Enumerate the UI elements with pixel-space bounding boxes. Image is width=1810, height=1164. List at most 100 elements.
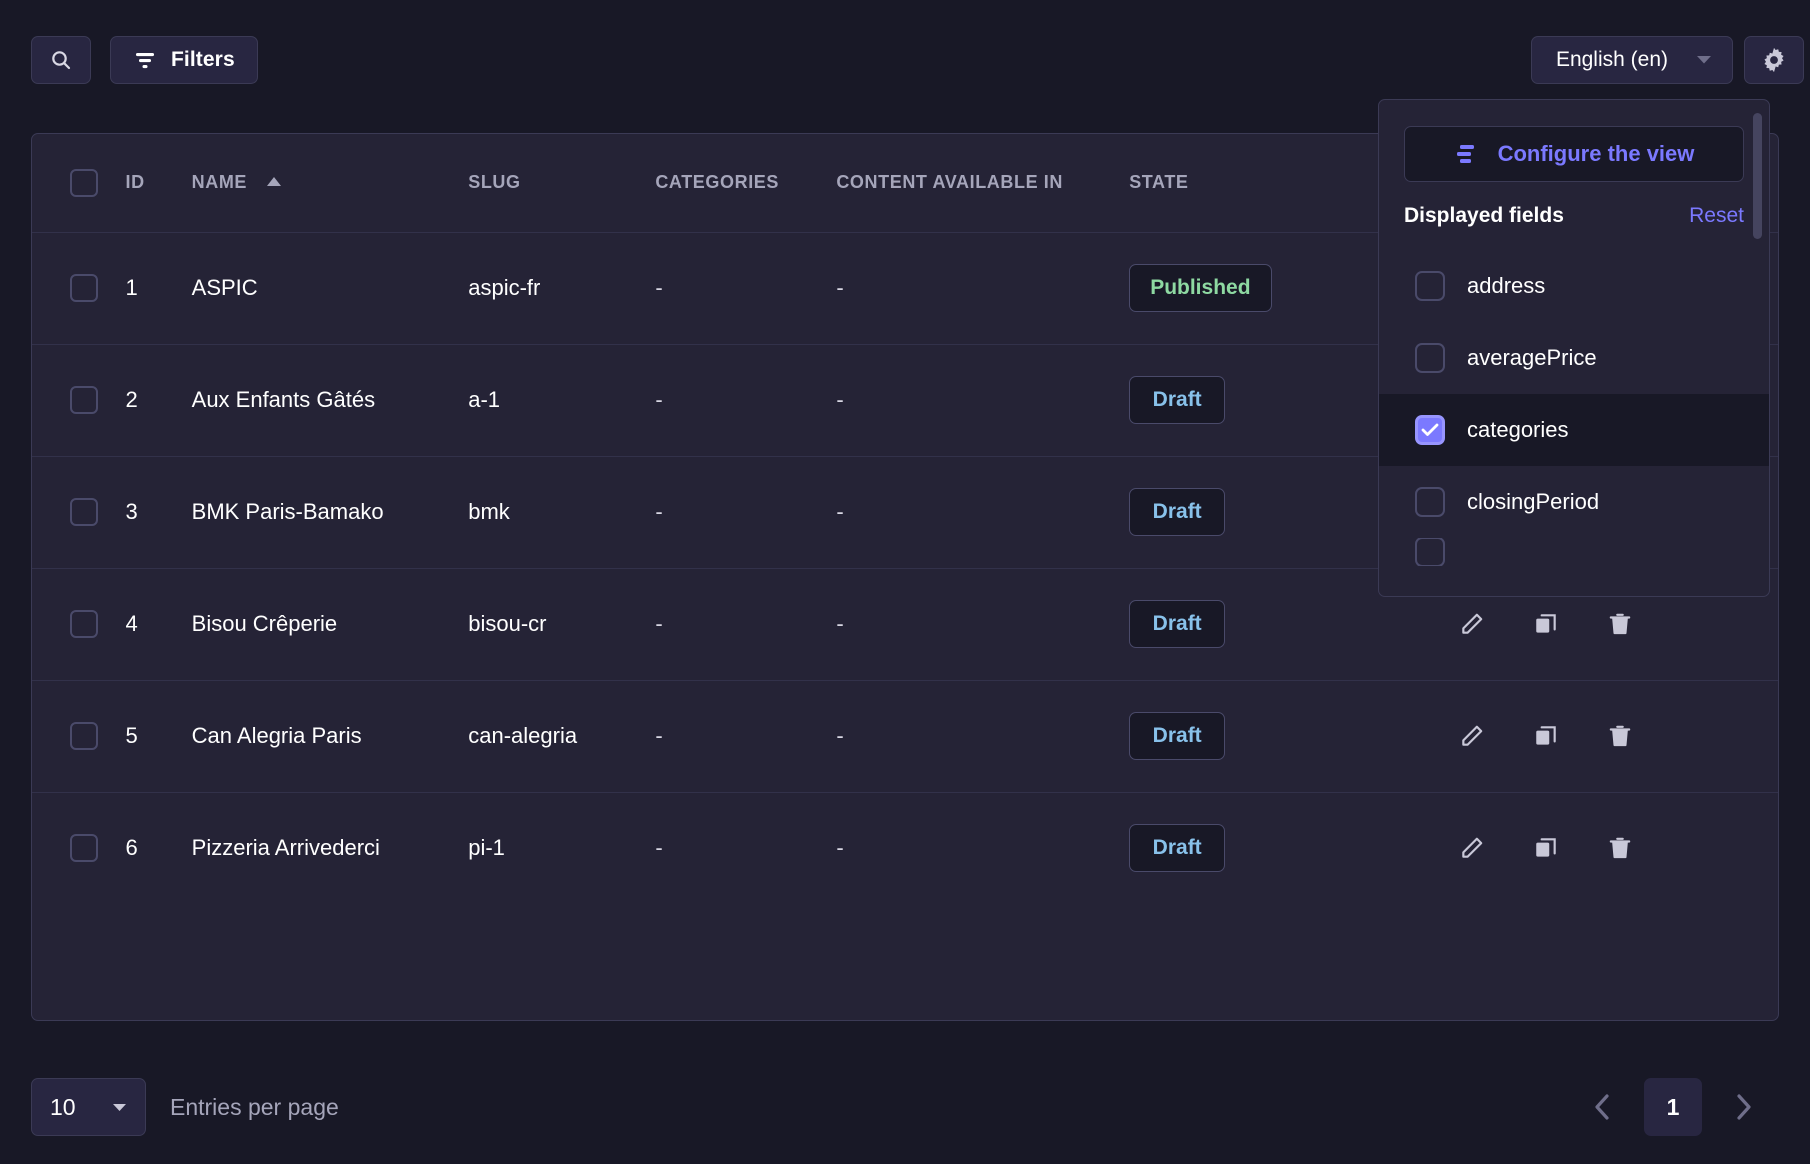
cell-content-available-in: - (836, 568, 1129, 680)
header-select-all (32, 134, 126, 232)
row-select-cell (32, 344, 126, 456)
filter-icon (133, 49, 157, 71)
field-checkbox[interactable] (1415, 343, 1445, 373)
displayed-fields-title: Displayed fields (1404, 204, 1564, 228)
edit-icon[interactable] (1459, 835, 1485, 861)
row-select-cell (32, 232, 126, 344)
edit-icon[interactable] (1459, 723, 1485, 749)
language-label: English (en) (1556, 48, 1668, 72)
toolbar: Filters English (en) (0, 0, 1810, 110)
row-actions (1341, 611, 1778, 637)
configure-the-view-button[interactable]: Configure the view (1404, 126, 1744, 182)
language-select[interactable]: English (en) (1531, 36, 1733, 84)
field-label: address (1467, 273, 1545, 299)
row-checkbox[interactable] (70, 274, 98, 302)
header-categories[interactable]: CATEGORIES (655, 134, 836, 232)
cell-categories: - (655, 680, 836, 792)
cell-state: Draft (1129, 792, 1341, 904)
edit-icon[interactable] (1459, 611, 1485, 637)
status-badge: Published (1129, 264, 1271, 312)
field-option-partial[interactable] (1379, 538, 1770, 566)
cell-name: Pizzeria Arrivederci (192, 792, 469, 904)
filters-button[interactable]: Filters (110, 36, 258, 84)
cell-categories: - (655, 456, 836, 568)
sort-ascending-icon (267, 177, 281, 186)
field-checkbox[interactable] (1415, 538, 1445, 566)
status-badge: Draft (1129, 376, 1225, 424)
table-row[interactable]: 6Pizzeria Arrivedercipi-1--Draft (32, 792, 1778, 904)
page-1-button[interactable]: 1 (1644, 1078, 1702, 1136)
cell-state: Published (1129, 232, 1341, 344)
cell-categories: - (655, 568, 836, 680)
entries-per-page-select[interactable]: 10 (31, 1078, 146, 1136)
chevron-down-icon (112, 1103, 127, 1112)
row-checkbox[interactable] (70, 834, 98, 862)
cell-actions (1341, 792, 1778, 904)
row-select-cell (32, 792, 126, 904)
row-checkbox[interactable] (70, 610, 98, 638)
header-content-available-in[interactable]: CONTENT AVAILABLE IN (836, 134, 1129, 232)
delete-icon[interactable] (1607, 611, 1633, 637)
field-label: averagePrice (1467, 345, 1597, 371)
field-option[interactable]: averagePrice (1379, 322, 1770, 394)
field-checkbox[interactable] (1415, 487, 1445, 517)
duplicate-icon[interactable] (1533, 611, 1559, 637)
cell-content-available-in: - (836, 792, 1129, 904)
cell-id: 1 (126, 232, 192, 344)
chevron-left-icon (1592, 1092, 1612, 1122)
cell-name: Can Alegria Paris (192, 680, 469, 792)
cell-state: Draft (1129, 456, 1341, 568)
cell-slug: aspic-fr (468, 232, 655, 344)
chevron-down-icon (1696, 55, 1712, 65)
cell-categories: - (655, 344, 836, 456)
reset-button[interactable]: Reset (1689, 204, 1744, 228)
cell-content-available-in: - (836, 344, 1129, 456)
cell-id: 4 (126, 568, 192, 680)
row-checkbox[interactable] (70, 722, 98, 750)
delete-icon[interactable] (1607, 835, 1633, 861)
filters-label: Filters (171, 48, 235, 72)
displayed-fields-header: Displayed fields Reset (1404, 204, 1744, 228)
previous-page-button[interactable] (1574, 1078, 1630, 1136)
header-name[interactable]: NAME (192, 134, 469, 232)
field-label: categories (1467, 417, 1569, 443)
header-name-label: NAME (192, 172, 247, 192)
select-all-checkbox[interactable] (70, 169, 98, 197)
cell-categories: - (655, 232, 836, 344)
next-page-button[interactable] (1716, 1078, 1772, 1136)
search-button[interactable] (31, 36, 91, 84)
table-row[interactable]: 5Can Alegria Pariscan-alegria--Draft (32, 680, 1778, 792)
cell-id: 6 (126, 792, 192, 904)
popover-scrollbar-thumb[interactable] (1753, 113, 1762, 239)
cell-slug: bmk (468, 456, 655, 568)
pagination: 1 (1574, 1078, 1772, 1136)
cell-state: Draft (1129, 344, 1341, 456)
settings-button[interactable] (1744, 36, 1804, 84)
duplicate-icon[interactable] (1533, 835, 1559, 861)
row-actions (1341, 723, 1778, 749)
status-badge: Draft (1129, 712, 1225, 760)
search-icon (49, 48, 73, 72)
header-state[interactable]: STATE (1129, 134, 1341, 232)
cell-name: Aux Enfants Gâtés (192, 344, 469, 456)
row-checkbox[interactable] (70, 498, 98, 526)
duplicate-icon[interactable] (1533, 723, 1559, 749)
cell-id: 3 (126, 456, 192, 568)
header-slug[interactable]: SLUG (468, 134, 655, 232)
field-option[interactable]: address (1379, 250, 1770, 322)
cell-state: Draft (1129, 680, 1341, 792)
header-id[interactable]: ID (126, 134, 192, 232)
field-option[interactable]: categories (1379, 394, 1770, 466)
gear-icon (1761, 47, 1787, 73)
cell-actions (1341, 680, 1778, 792)
cell-name: ASPIC (192, 232, 469, 344)
status-badge: Draft (1129, 824, 1225, 872)
row-checkbox[interactable] (70, 386, 98, 414)
status-badge: Draft (1129, 488, 1225, 536)
field-checkbox[interactable] (1415, 271, 1445, 301)
delete-icon[interactable] (1607, 723, 1633, 749)
entries-per-page-label: Entries per page (170, 1094, 339, 1121)
field-option[interactable]: closingPeriod (1379, 466, 1770, 538)
field-checkbox[interactable] (1415, 415, 1445, 445)
row-select-cell (32, 568, 126, 680)
